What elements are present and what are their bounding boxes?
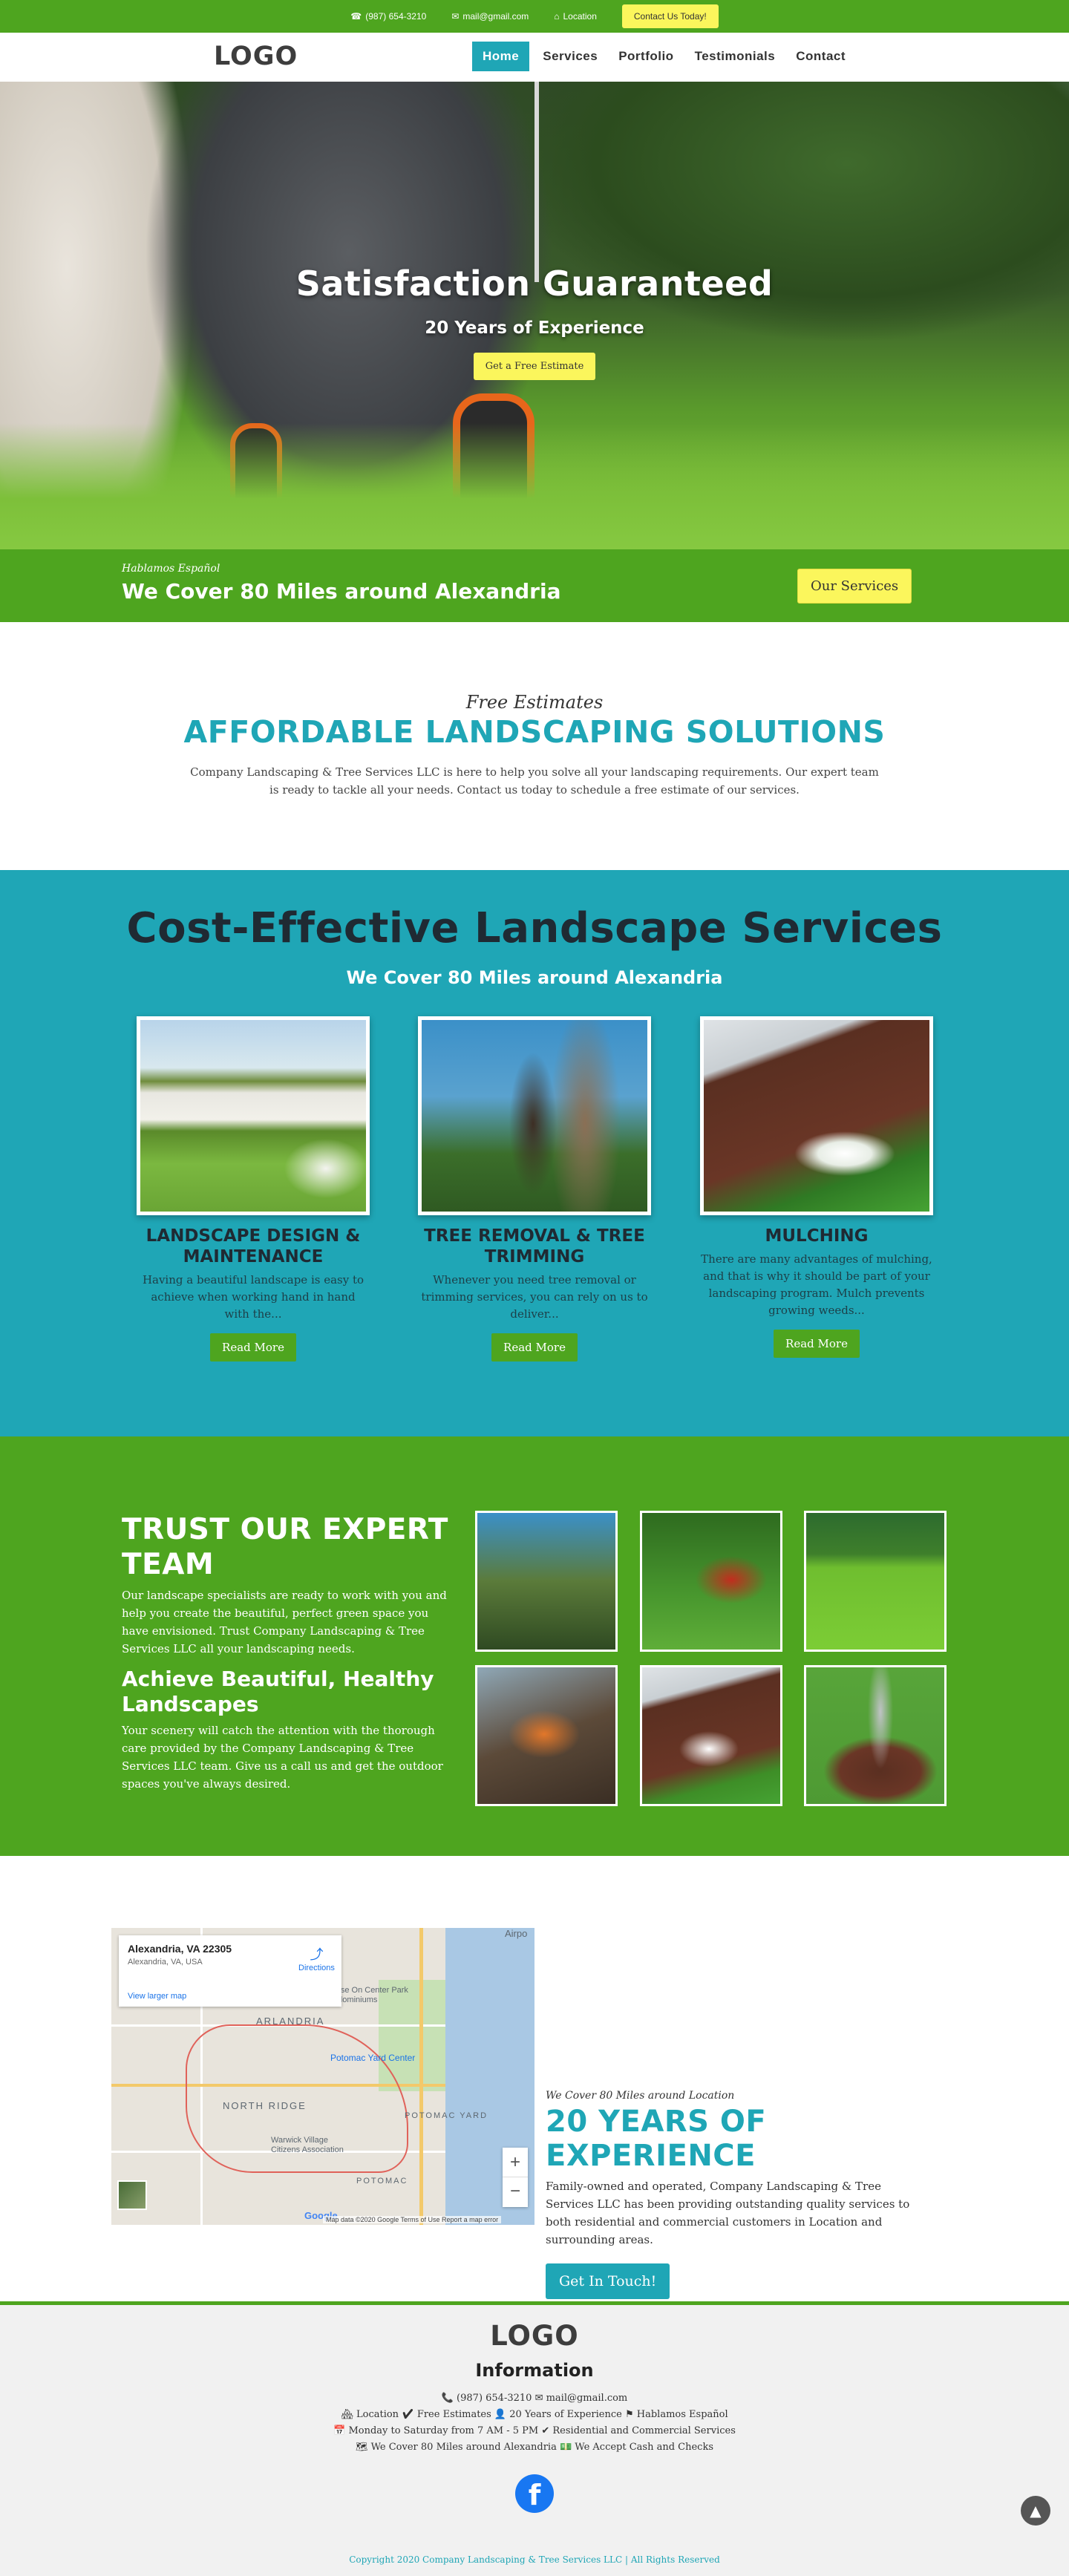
service-image-landscape[interactable]	[137, 1016, 370, 1215]
hero-banner: Satisfaction Guaranteed 20 Years of Expe…	[0, 82, 1069, 549]
footer-line: 🏘 Location ✔ Free Estimates 👤 20 Years o…	[341, 2409, 728, 2420]
satellite-toggle[interactable]	[117, 2180, 147, 2210]
service-title[interactable]: MULCHING	[699, 1226, 934, 1246]
service-card: TREE REMOVAL & TREE TRIMMING Whenever yo…	[417, 1016, 652, 1361]
services-subtitle: We Cover 80 Miles around Alexandria	[346, 967, 723, 988]
mower-handle-graphic	[534, 82, 539, 282]
main-nav: LOGO Home Services Portfolio Testimonial…	[0, 33, 1069, 82]
site-footer: LOGO Information 📞 (987) 654-3210 ✉ mail…	[0, 2301, 1069, 2576]
band-kicker: Hablamos Español	[122, 563, 220, 575]
nav-item-home[interactable]: Home	[472, 42, 530, 71]
service-card: LANDSCAPE DESIGN & MAINTENANCE Having a …	[136, 1016, 370, 1361]
phone-icon: ☎	[350, 11, 362, 22]
top-email[interactable]: ✉ mail@gmail.com	[451, 11, 529, 22]
experience-kicker: We Cover 80 Miles around Location	[546, 2090, 735, 2102]
top-email-text: mail@gmail.com	[462, 11, 529, 22]
service-image-mulching[interactable]	[700, 1016, 933, 1215]
google-map[interactable]: ARLANDRIA NORTH RIDGE POTOMAC YARD POTOM…	[111, 1928, 534, 2225]
nav-item-portfolio[interactable]: Portfolio	[611, 42, 681, 71]
top-phone-text: (987) 654-3210	[365, 11, 427, 22]
map-label: Warwick Village Citizens Association	[271, 2136, 344, 2154]
directions-link[interactable]: ⤴ Directions	[298, 1944, 335, 1972]
map-place-card: Alexandria, VA 22305 Alexandria, VA, USA…	[119, 1935, 341, 2007]
map-label: ARLANDRIA	[256, 2016, 325, 2027]
map-label: Airpo	[505, 1928, 528, 1939]
service-card: MULCHING There are many advantages of mu…	[699, 1016, 934, 1358]
nav-item-services[interactable]: Services	[535, 42, 605, 71]
read-more-button[interactable]: Read More	[491, 1333, 578, 1361]
top-phone[interactable]: ☎ (987) 654-3210	[350, 11, 426, 22]
footer-line: 🗺 We Cover 80 Miles around Alexandria 💵 …	[355, 2442, 714, 2453]
service-image-tree[interactable]	[418, 1016, 651, 1215]
contact-us-button[interactable]: Contact Us Today!	[621, 4, 719, 28]
service-title[interactable]: LANDSCAPE DESIGN & MAINTENANCE	[136, 1226, 370, 1267]
services-section: Cost-Effective Landscape Services We Cov…	[0, 870, 1069, 1436]
afford-kicker: Free Estimates	[465, 692, 604, 713]
nav-item-contact[interactable]: Contact	[788, 42, 853, 71]
trust-subtitle: Achieve Beautiful, Healthy Landscapes	[122, 1667, 434, 1716]
gallery-image[interactable]	[804, 1511, 947, 1652]
nav-item-testimonials[interactable]: Testimonials	[687, 42, 783, 71]
read-more-button[interactable]: Read More	[774, 1330, 860, 1358]
footer-line: 📅 Monday to Saturday from 7 AM - 5 PM ✔ …	[333, 2425, 736, 2436]
service-text: Having a beautiful landscape is easy to …	[142, 1273, 364, 1321]
hero-title: Satisfaction Guaranteed	[295, 264, 774, 304]
site-logo[interactable]: LOGO	[214, 42, 298, 71]
view-larger-map-link[interactable]: View larger map	[128, 1992, 186, 2001]
footer-line: 📞 (987) 654-3210 ✉ mail@gmail.com	[441, 2393, 628, 2404]
afford-title: AFFORDABLE LANDSCAPING SOLUTIONS	[183, 714, 886, 750]
facebook-icon[interactable]: f	[515, 2474, 554, 2513]
map-label: NORTH RIDGE	[223, 2100, 307, 2111]
hero-subtitle: 20 Years of Experience	[425, 318, 644, 338]
home-icon: ⌂	[554, 11, 560, 22]
experience-title: 20 YEARS OF EXPERIENCE	[546, 2105, 767, 2173]
map-label: POTOMAC	[356, 2177, 408, 2186]
coverage-band: Hablamos Español We Cover 80 Miles aroun…	[0, 549, 1069, 622]
zoom-in-button[interactable]: +	[503, 2148, 528, 2177]
envelope-icon: ✉	[451, 11, 460, 22]
hero-grass-graphic	[0, 423, 1069, 549]
experience-text: Family-owned and operated, Company Lands…	[546, 2180, 910, 2246]
affordable-section: Free Estimates AFFORDABLE LANDSCAPING SO…	[0, 622, 1069, 870]
gallery-image[interactable]	[475, 1511, 618, 1652]
trust-text-2: Your scenery will catch the attention wi…	[122, 1724, 443, 1791]
get-in-touch-button[interactable]: Get In Touch!	[546, 2263, 670, 2299]
band-title: We Cover 80 Miles around Alexandria	[122, 579, 561, 604]
gallery-image[interactable]	[475, 1665, 618, 1806]
trust-title: TRUST OUR EXPERT TEAM	[122, 1513, 448, 1581]
trust-text: Our landscape specialists are ready to w…	[122, 1589, 447, 1655]
chevron-up-icon[interactable]: ▲	[1021, 2496, 1050, 2526]
afford-text: Company Landscaping & Tree Services LLC …	[190, 765, 879, 797]
service-title[interactable]: TREE REMOVAL & TREE TRIMMING	[417, 1226, 652, 1267]
zoom-out-button[interactable]: −	[503, 2177, 528, 2207]
read-more-button[interactable]: Read More	[210, 1333, 296, 1361]
free-estimate-button[interactable]: Get a Free Estimate	[473, 353, 596, 380]
experience-section: ARLANDRIA NORTH RIDGE POTOMAC YARD POTOM…	[0, 1856, 1069, 2301]
top-location[interactable]: ⌂ Location	[554, 11, 597, 22]
gallery-image[interactable]	[804, 1665, 947, 1806]
directions-icon: ⤴	[310, 1947, 324, 1962]
copyright: Copyright 2020 Company Landscaping & Tre…	[349, 2554, 720, 2565]
directions-label: Directions	[298, 1964, 335, 1972]
map-zoom-control: + −	[503, 2148, 528, 2207]
footer-logo[interactable]: LOGO	[0, 2320, 1069, 2352]
gallery-image[interactable]	[640, 1665, 782, 1806]
top-location-text: Location	[563, 11, 597, 22]
map-road	[419, 1928, 423, 2225]
map-label: Potomac Yard Center	[330, 2053, 416, 2063]
gallery-image[interactable]	[640, 1511, 782, 1652]
our-services-button[interactable]: Our Services	[797, 569, 912, 604]
map-footer[interactable]: Map data ©2020 Google Terms of Use Repor…	[323, 2216, 502, 2223]
service-text: There are many advantages of mulching, a…	[701, 1252, 932, 1317]
footer-heading: Information	[475, 2360, 594, 2381]
service-text: Whenever you need tree removal or trimmi…	[421, 1273, 648, 1321]
top-bar: ☎ (987) 654-3210 ✉ mail@gmail.com ⌂ Loca…	[0, 0, 1069, 33]
trust-section: TRUST OUR EXPERT TEAM Our landscape spec…	[0, 1436, 1069, 1856]
services-title: Cost-Effective Landscape Services	[126, 904, 943, 952]
map-label: POTOMAC YARD	[405, 2111, 488, 2120]
